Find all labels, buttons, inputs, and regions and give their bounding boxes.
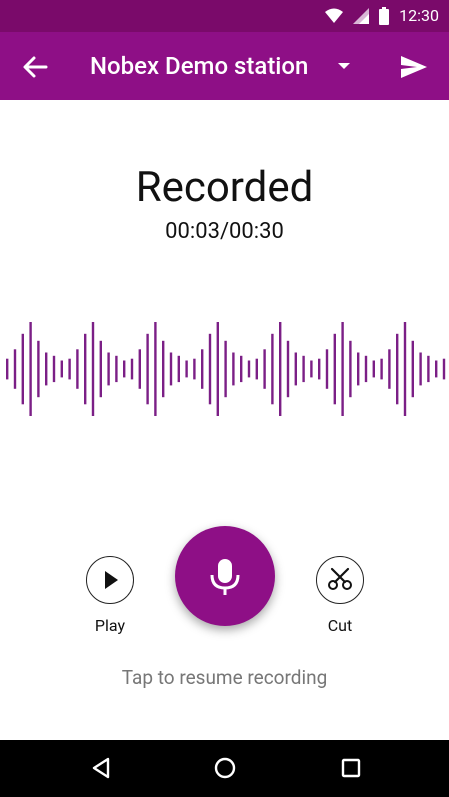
waveform-bar (68, 358, 71, 380)
waveform-bar (185, 360, 188, 378)
navigation-bar (0, 740, 449, 797)
waveform-bar (37, 340, 40, 398)
audio-waveform (6, 322, 446, 416)
waveform-bar (349, 340, 352, 398)
play-button[interactable] (86, 556, 134, 604)
waveform-bar (341, 322, 344, 416)
waveform-bar (403, 322, 407, 416)
waveform-bar (294, 352, 297, 386)
waveform-bar (388, 349, 391, 389)
status-icons: 12:30 (325, 6, 439, 26)
waveform-bar (318, 358, 321, 380)
station-title[interactable]: Nobex Demo station (90, 50, 308, 82)
waveform-bar (240, 355, 243, 383)
waveform-bar (364, 355, 368, 383)
wifi-icon (325, 8, 344, 23)
arrow-left-icon[interactable] (20, 52, 50, 82)
waveform-bar (255, 358, 258, 380)
cut-label: Cut (327, 616, 353, 635)
cellular-icon (353, 8, 370, 24)
waveform-bar (76, 349, 79, 389)
waveform-bar (154, 322, 157, 416)
waveform-bar (286, 340, 290, 398)
resume-hint: Tap to resume recording (121, 666, 328, 689)
waveform-bar (357, 352, 360, 386)
waveform-bar (310, 360, 313, 378)
waveform-bar (419, 352, 422, 386)
waveform-bar (216, 322, 219, 416)
waveform-bar (279, 322, 282, 416)
record-button[interactable] (175, 526, 275, 626)
waveform-bar (45, 352, 48, 386)
waveform-bar (232, 352, 235, 386)
play-label: Play (94, 616, 126, 635)
waveform-bar (193, 358, 196, 380)
waveform-bar (84, 333, 87, 405)
waveform-bar (435, 360, 438, 378)
cut-button[interactable] (316, 556, 364, 604)
waveform-bar (146, 333, 149, 405)
home-circle-icon[interactable] (212, 755, 238, 781)
send-icon[interactable] (399, 52, 429, 82)
recorder-controls: Play Cut (0, 526, 449, 636)
status-bar: 12:30 (0, 0, 449, 32)
recording-status: Recorded (135, 163, 314, 212)
waveform-bar (138, 349, 141, 389)
waveform-bar (201, 349, 204, 389)
waveform-bar (380, 358, 383, 380)
waveform-bar (411, 340, 414, 398)
caret-down-icon[interactable] (336, 60, 352, 72)
waveform-bar (169, 352, 173, 386)
recents-square-icon[interactable] (338, 755, 364, 781)
waveform-bar (396, 333, 399, 405)
waveform-bar (263, 349, 266, 389)
waveform-bar (372, 360, 375, 378)
waveform-bar (427, 355, 430, 383)
waveform-bar (21, 333, 24, 405)
waveform-bar (6, 358, 9, 380)
waveform-bar (123, 360, 126, 378)
waveform-bar (115, 355, 118, 383)
waveform-bar (442, 358, 446, 380)
recording-timer: 00:03/00:30 (165, 219, 284, 244)
waveform-bar (130, 358, 134, 380)
waveform-bar (60, 360, 63, 378)
waveform-bar (29, 322, 32, 416)
waveform-bar (224, 340, 227, 398)
microphone-icon (210, 559, 240, 595)
waveform-bar (13, 349, 17, 389)
waveform-bar (91, 322, 95, 416)
app-bar: Nobex Demo station (0, 32, 449, 100)
scissors-icon (328, 567, 352, 590)
waveform-bar (333, 333, 336, 405)
waveform-bar (208, 333, 212, 405)
battery-icon (379, 7, 390, 25)
waveform-bar (271, 333, 274, 405)
clock: 12:30 (399, 6, 439, 25)
waveform-bar (107, 352, 110, 386)
waveform-bar (99, 340, 102, 398)
waveform-bar (177, 355, 180, 383)
waveform-bar (162, 340, 165, 398)
back-triangle-icon[interactable] (88, 755, 114, 781)
waveform-bar (302, 355, 305, 383)
waveform-bar (247, 360, 251, 378)
waveform-bar (52, 355, 56, 383)
recorder-panel: Recorded 00:03/00:30 Play Cut Tap to res… (0, 100, 449, 740)
waveform-bar (325, 349, 329, 389)
play-icon (105, 571, 118, 589)
